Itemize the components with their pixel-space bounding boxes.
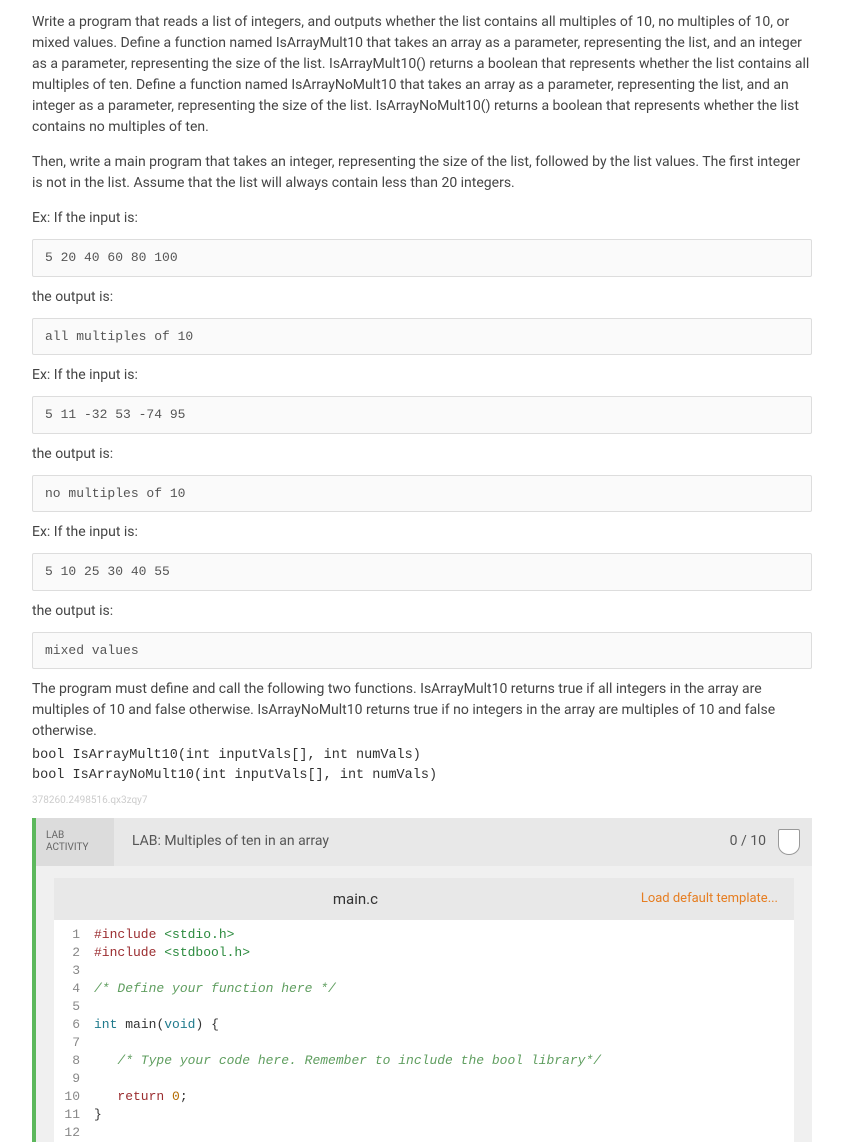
example-output-intro: the output is: [32, 601, 812, 622]
lab-activity-badge: LAB ACTIVITY [36, 818, 114, 866]
line-number: 12 [54, 1124, 80, 1142]
code-line[interactable]: #include <stdbool.h> [94, 944, 794, 962]
code-line[interactable] [94, 998, 794, 1016]
problem-para-1: Write a program that reads a list of int… [32, 12, 812, 138]
signature-1: bool IsArrayMult10(int inputVals[], int … [32, 746, 812, 766]
code-line[interactable] [94, 962, 794, 980]
lab-activity-panel: LAB ACTIVITY LAB: Multiples of ten in an… [32, 818, 812, 1142]
lab-badge-line2: ACTIVITY [46, 842, 104, 854]
example-input: 5 10 25 30 40 55 [32, 553, 812, 591]
line-number: 4 [54, 980, 80, 998]
line-number-gutter: 123456789101112 [54, 920, 88, 1142]
signature-2: bool IsArrayNoMult10(int inputVals[], in… [32, 766, 812, 786]
shield-icon [778, 829, 800, 855]
line-number: 9 [54, 1070, 80, 1088]
example-output-intro: the output is: [32, 287, 812, 308]
load-default-template-link[interactable]: Load default template... [641, 889, 778, 909]
footer-para: The program must define and call the fol… [32, 679, 812, 742]
line-number: 10 [54, 1088, 80, 1106]
lab-header: LAB ACTIVITY LAB: Multiples of ten in an… [36, 818, 812, 866]
line-number: 2 [54, 944, 80, 962]
code-line[interactable]: #include <stdio.h> [94, 926, 794, 944]
code-line[interactable]: /* Define your function here */ [94, 980, 794, 998]
example-block-2: Ex: If the input is: 5 11 -32 53 -74 95 … [32, 365, 812, 512]
line-number: 7 [54, 1034, 80, 1052]
code-line[interactable]: /* Type your code here. Remember to incl… [94, 1052, 794, 1070]
example-output: mixed values [32, 632, 812, 670]
code-line[interactable] [94, 1034, 794, 1052]
example-input: 5 11 -32 53 -74 95 [32, 396, 812, 434]
example-input: 5 20 40 60 80 100 [32, 239, 812, 277]
lab-title: LAB: Multiples of ten in an array [114, 831, 730, 852]
watermark: 378260.2498516.qx3zqy7 [32, 793, 812, 808]
code-line[interactable]: } [94, 1106, 794, 1124]
example-output-intro: the output is: [32, 444, 812, 465]
line-number: 5 [54, 998, 80, 1016]
code-content[interactable]: #include <stdio.h>#include <stdbool.h> /… [88, 920, 794, 1142]
code-line[interactable]: int main(void) { [94, 1016, 794, 1034]
example-block-3: Ex: If the input is: 5 10 25 30 40 55 th… [32, 522, 812, 669]
line-number: 6 [54, 1016, 80, 1034]
file-header: main.c Load default template... [54, 878, 794, 921]
code-editor[interactable]: 123456789101112 #include <stdio.h>#inclu… [54, 920, 794, 1142]
example-intro: Ex: If the input is: [32, 365, 812, 386]
file-name: main.c [70, 888, 641, 911]
example-output: no multiples of 10 [32, 475, 812, 513]
example-block-1: Ex: If the input is: 5 20 40 60 80 100 t… [32, 208, 812, 355]
line-number: 8 [54, 1052, 80, 1070]
line-number: 11 [54, 1106, 80, 1124]
problem-para-2: Then, write a main program that takes an… [32, 152, 812, 194]
lab-score: 0 / 10 [730, 831, 774, 852]
example-output: all multiples of 10 [32, 318, 812, 356]
example-intro: Ex: If the input is: [32, 522, 812, 543]
code-line[interactable]: return 0; [94, 1088, 794, 1106]
line-number: 1 [54, 926, 80, 944]
editor-wrap: main.c Load default template... 12345678… [36, 866, 812, 1142]
example-intro: Ex: If the input is: [32, 208, 812, 229]
code-line[interactable] [94, 1124, 794, 1142]
line-number: 3 [54, 962, 80, 980]
code-line[interactable] [94, 1070, 794, 1088]
lab-badge-line1: LAB [46, 830, 104, 842]
